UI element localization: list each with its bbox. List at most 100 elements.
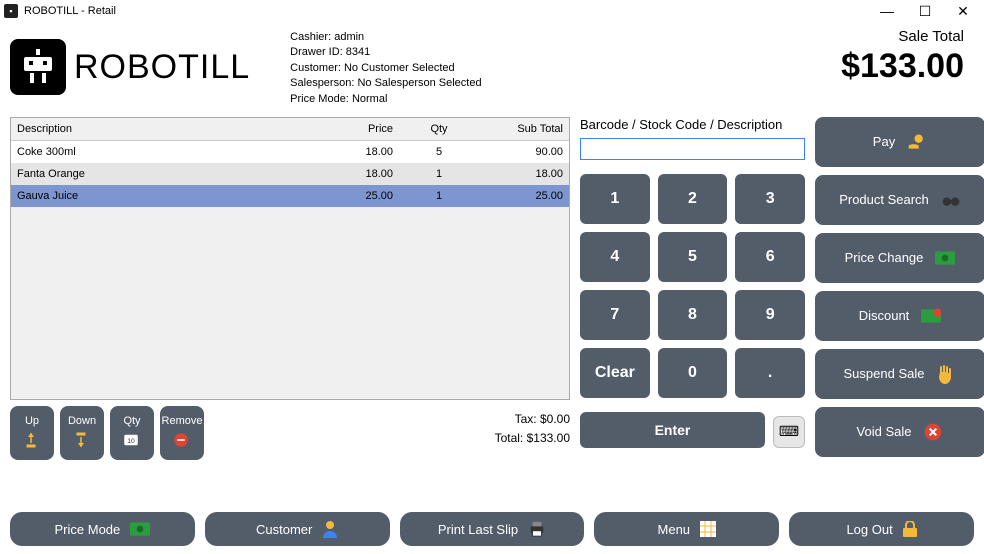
cash-icon <box>935 248 955 268</box>
keypad-column: Barcode / Stock Code / Description 1 2 3… <box>580 117 805 460</box>
drawer-value: 8341 <box>346 46 370 58</box>
qty-label: Qty <box>123 415 140 427</box>
col-qty: Qty <box>399 118 479 140</box>
up-button[interactable]: Up <box>10 406 54 460</box>
cashier-label: Cashier: <box>290 31 331 43</box>
sale-total-amount: $133.00 <box>841 47 964 86</box>
cell-subtotal: 18.00 <box>479 163 569 185</box>
logout-button[interactable]: Log Out <box>789 512 974 546</box>
key-8[interactable]: 8 <box>658 290 728 340</box>
sale-total: Sale Total $133.00 <box>841 28 974 107</box>
cart-row[interactable]: Fanta Orange18.00118.00 <box>11 163 569 185</box>
key-1[interactable]: 1 <box>580 174 650 224</box>
price-change-button[interactable]: Price Change <box>815 233 984 283</box>
barcode-label: Barcode / Stock Code / Description <box>580 117 805 132</box>
cell-subtotal: 90.00 <box>479 141 569 163</box>
window-close-button[interactable]: ✕ <box>954 3 972 20</box>
total-label: Total: <box>495 431 524 445</box>
product-search-button[interactable]: Product Search <box>815 175 984 225</box>
cashier-value: admin <box>334 31 364 43</box>
pay-label: Pay <box>873 134 895 149</box>
hand-down-icon <box>72 431 92 451</box>
tax-value: $0.00 <box>540 412 570 426</box>
suspend-sale-button[interactable]: Suspend Sale <box>815 349 984 399</box>
brand-name: ROBOTILL <box>74 48 250 87</box>
key-clear[interactable]: Clear <box>580 348 650 398</box>
pay-button[interactable]: Pay <box>815 117 984 167</box>
window-minimize-button[interactable]: — <box>878 3 896 20</box>
down-button[interactable]: Down <box>60 406 104 460</box>
keypad: 1 2 3 4 5 6 7 8 9 Clear 0 . <box>580 174 805 398</box>
pricemode-label: Price Mode: <box>290 93 349 105</box>
brand-icon <box>10 39 66 95</box>
cell-price: 18.00 <box>319 141 399 163</box>
header: ROBOTILL Cashier: admin Drawer ID: 8341 … <box>0 22 984 107</box>
cell-qty: 1 <box>399 185 479 207</box>
key-7[interactable]: 7 <box>580 290 650 340</box>
tax-label: Tax: <box>515 412 537 426</box>
price-change-label: Price Change <box>845 250 924 265</box>
discount-button[interactable]: Discount <box>815 291 984 341</box>
bottom-bar: Price Mode Customer Print Last Slip Menu… <box>10 512 974 546</box>
keyboard-icon: ⌨ <box>779 423 799 440</box>
void-icon <box>923 422 943 442</box>
barcode-input[interactable] <box>580 138 805 160</box>
onscreen-keyboard-button[interactable]: ⌨ <box>773 416 805 448</box>
hand-up-icon <box>22 431 42 451</box>
discount-label: Discount <box>859 308 910 323</box>
cart-totals: Tax: $0.00 Total: $133.00 <box>495 406 570 460</box>
price-mode-button[interactable]: Price Mode <box>10 512 195 546</box>
svg-text:10: 10 <box>127 438 135 445</box>
void-label: Void Sale <box>857 424 912 439</box>
key-3[interactable]: 3 <box>735 174 805 224</box>
brand: ROBOTILL <box>10 28 250 107</box>
binoculars-icon <box>941 190 961 210</box>
logout-label: Log Out <box>846 522 892 537</box>
salesperson-value: No Salesperson Selected <box>357 77 481 89</box>
suspend-label: Suspend Sale <box>844 366 925 381</box>
key-dot[interactable]: . <box>735 348 805 398</box>
menu-button[interactable]: Menu <box>594 512 779 546</box>
cart-rows: Coke 300ml18.00590.00Fanta Orange18.0011… <box>11 141 569 399</box>
qty-icon: 10 <box>122 431 142 451</box>
key-2[interactable]: 2 <box>658 174 728 224</box>
hand-stop-icon <box>936 364 956 384</box>
key-5[interactable]: 5 <box>658 232 728 282</box>
remove-button[interactable]: Remove <box>160 406 204 460</box>
window-title: ROBOTILL - Retail <box>24 5 116 17</box>
customer-label: Customer: <box>290 62 341 74</box>
customer-label: Customer <box>256 522 312 537</box>
cell-price: 18.00 <box>319 163 399 185</box>
key-enter[interactable]: Enter <box>580 412 765 448</box>
action-column: Pay Product Search Price Change Discount… <box>815 117 984 460</box>
cell-subtotal: 25.00 <box>479 185 569 207</box>
cell-qty: 1 <box>399 163 479 185</box>
print-last-slip-button[interactable]: Print Last Slip <box>400 512 585 546</box>
void-sale-button[interactable]: Void Sale <box>815 407 984 457</box>
customer-value: No Customer Selected <box>344 62 455 74</box>
grid-icon <box>700 521 716 537</box>
money-icon <box>130 522 150 536</box>
cell-qty: 5 <box>399 141 479 163</box>
col-price: Price <box>319 118 399 140</box>
key-6[interactable]: 6 <box>735 232 805 282</box>
key-0[interactable]: 0 <box>658 348 728 398</box>
cell-price: 25.00 <box>319 185 399 207</box>
cart-row[interactable]: Gauva Juice25.00125.00 <box>11 185 569 207</box>
title-bar: ▪ ROBOTILL - Retail — ☐ ✕ <box>0 0 984 22</box>
menu-label: Menu <box>658 522 691 537</box>
key-9[interactable]: 9 <box>735 290 805 340</box>
app-icon: ▪ <box>4 4 18 18</box>
lock-icon <box>903 521 917 537</box>
cart-row[interactable]: Coke 300ml18.00590.00 <box>11 141 569 163</box>
person-icon <box>322 520 338 538</box>
window-maximize-button[interactable]: ☐ <box>916 3 934 20</box>
down-label: Down <box>68 415 96 427</box>
qty-button[interactable]: Qty 10 <box>110 406 154 460</box>
key-4[interactable]: 4 <box>580 232 650 282</box>
remove-label: Remove <box>162 415 203 427</box>
sale-total-label: Sale Total <box>841 28 964 45</box>
customer-button[interactable]: Customer <box>205 512 390 546</box>
cell-description: Coke 300ml <box>11 141 319 163</box>
salesperson-label: Salesperson: <box>290 77 354 89</box>
